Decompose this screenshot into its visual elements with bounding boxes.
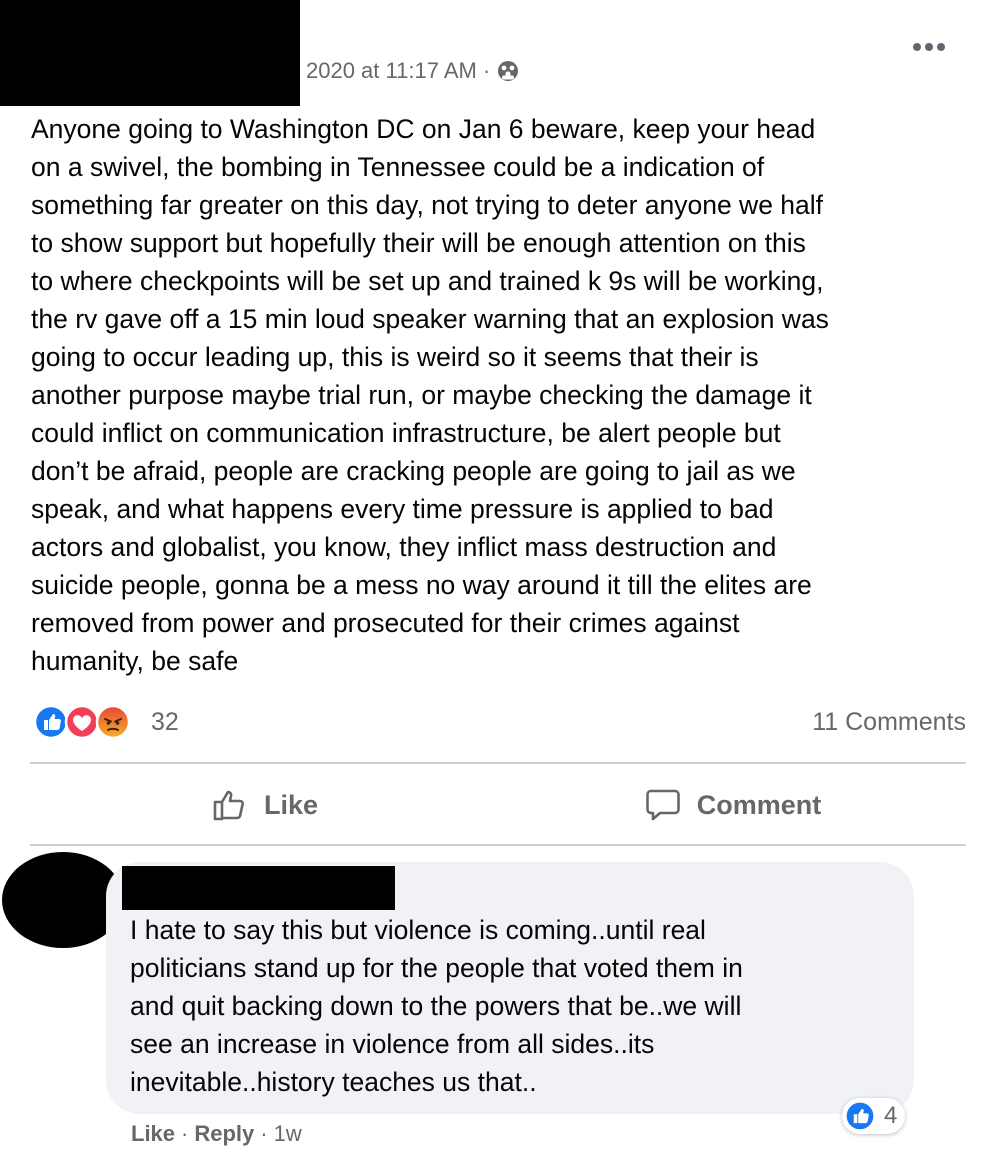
separator: · [260, 1121, 268, 1146]
like-label: Like [263, 789, 319, 820]
divider [30, 762, 966, 764]
comment-button[interactable]: Comment [498, 770, 966, 840]
redacted-author-name [0, 0, 300, 106]
reaction-count[interactable]: 32 [151, 708, 179, 737]
comment-text: I hate to say this but violence is comin… [130, 915, 743, 1097]
meta-separator: · [482, 58, 491, 83]
angry-reaction-icon [95, 704, 131, 740]
separator: · [181, 1121, 189, 1146]
comment-reactions-badge[interactable]: 4 [842, 1098, 906, 1134]
more-dot [913, 43, 921, 51]
comment-label: Comment [696, 789, 822, 820]
more-dot [937, 43, 945, 51]
audience-friends-icon[interactable] [496, 59, 520, 83]
reactions-summary[interactable]: 32 11 Comments [33, 702, 966, 742]
comment-actions: Like · Reply · 1w [131, 1118, 302, 1150]
comment-count-link[interactable]: 11 Comments [812, 708, 966, 737]
like-button[interactable]: Like [30, 770, 498, 840]
speech-bubble-icon [645, 789, 680, 821]
post-body-text: Anyone going to Washington DC on Jan 6 b… [31, 114, 829, 676]
comment-like-link[interactable]: Like [131, 1121, 175, 1147]
comment-reply-link[interactable]: Reply [194, 1121, 254, 1147]
post-meta: 2020 at 11:17 AM · [306, 56, 520, 86]
post-timestamp[interactable]: 2020 at 11:17 AM [306, 58, 477, 84]
divider [30, 844, 966, 846]
reaction-icons[interactable] [33, 704, 131, 740]
thumbs-up-icon [213, 790, 244, 821]
comment-reaction-count: 4 [884, 1102, 898, 1129]
like-reaction-icon [844, 1100, 876, 1132]
more-options-button[interactable] [906, 30, 952, 64]
comment-age[interactable]: 1w [274, 1121, 302, 1147]
more-dot [925, 43, 933, 51]
redacted-commenter-name [122, 866, 395, 910]
